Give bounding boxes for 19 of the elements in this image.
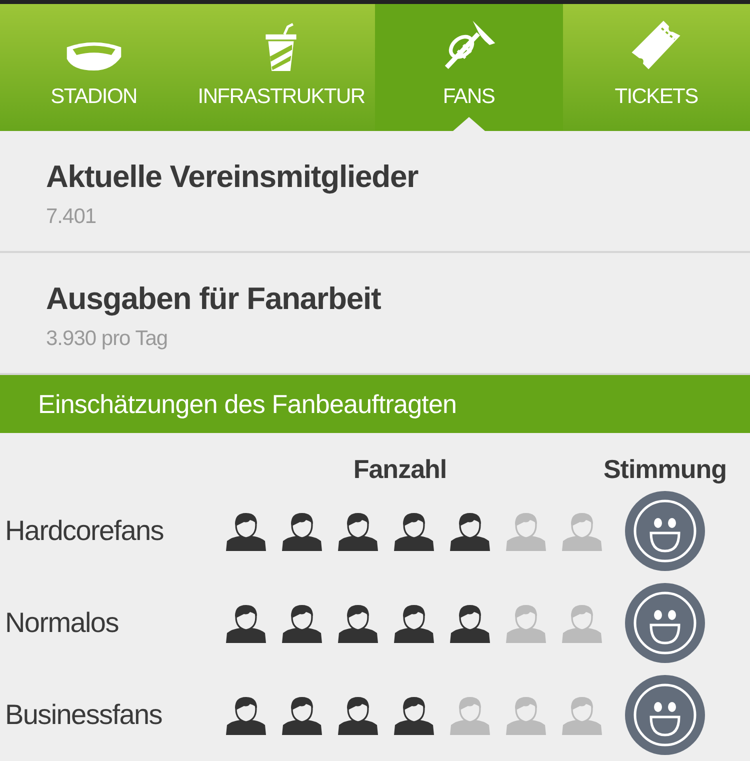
column-header: Stimmung: [603, 454, 727, 485]
section-header: Einschätzungen des Fanbeauftragten: [0, 375, 750, 433]
smiley-icon: [625, 583, 705, 663]
smiley-icon: [625, 491, 705, 571]
row-label: Normalos: [4, 607, 118, 639]
row-label: Businessfans: [4, 699, 162, 731]
tab[interactable]: INFRASTRUKTUR: [188, 4, 375, 131]
column-header: Fanzahl: [353, 454, 447, 485]
selection-notch: [452, 117, 485, 131]
stat-value: 7.401: [46, 205, 98, 229]
stat-value: 3.930 pro Tag: [46, 327, 169, 351]
tab[interactable]: TICKETS: [562, 4, 750, 131]
stat-title: Aktuelle Vereinsmitglieder: [46, 159, 420, 195]
smiley-icon: [625, 675, 705, 755]
row-label: Hardcorefans: [4, 515, 164, 547]
stat-title: Ausgaben für Fanarbeit: [46, 281, 382, 317]
tab[interactable]: FANS: [375, 4, 562, 131]
tab[interactable]: STADION: [0, 4, 188, 131]
drink-cup-icon: [264, 23, 298, 73]
